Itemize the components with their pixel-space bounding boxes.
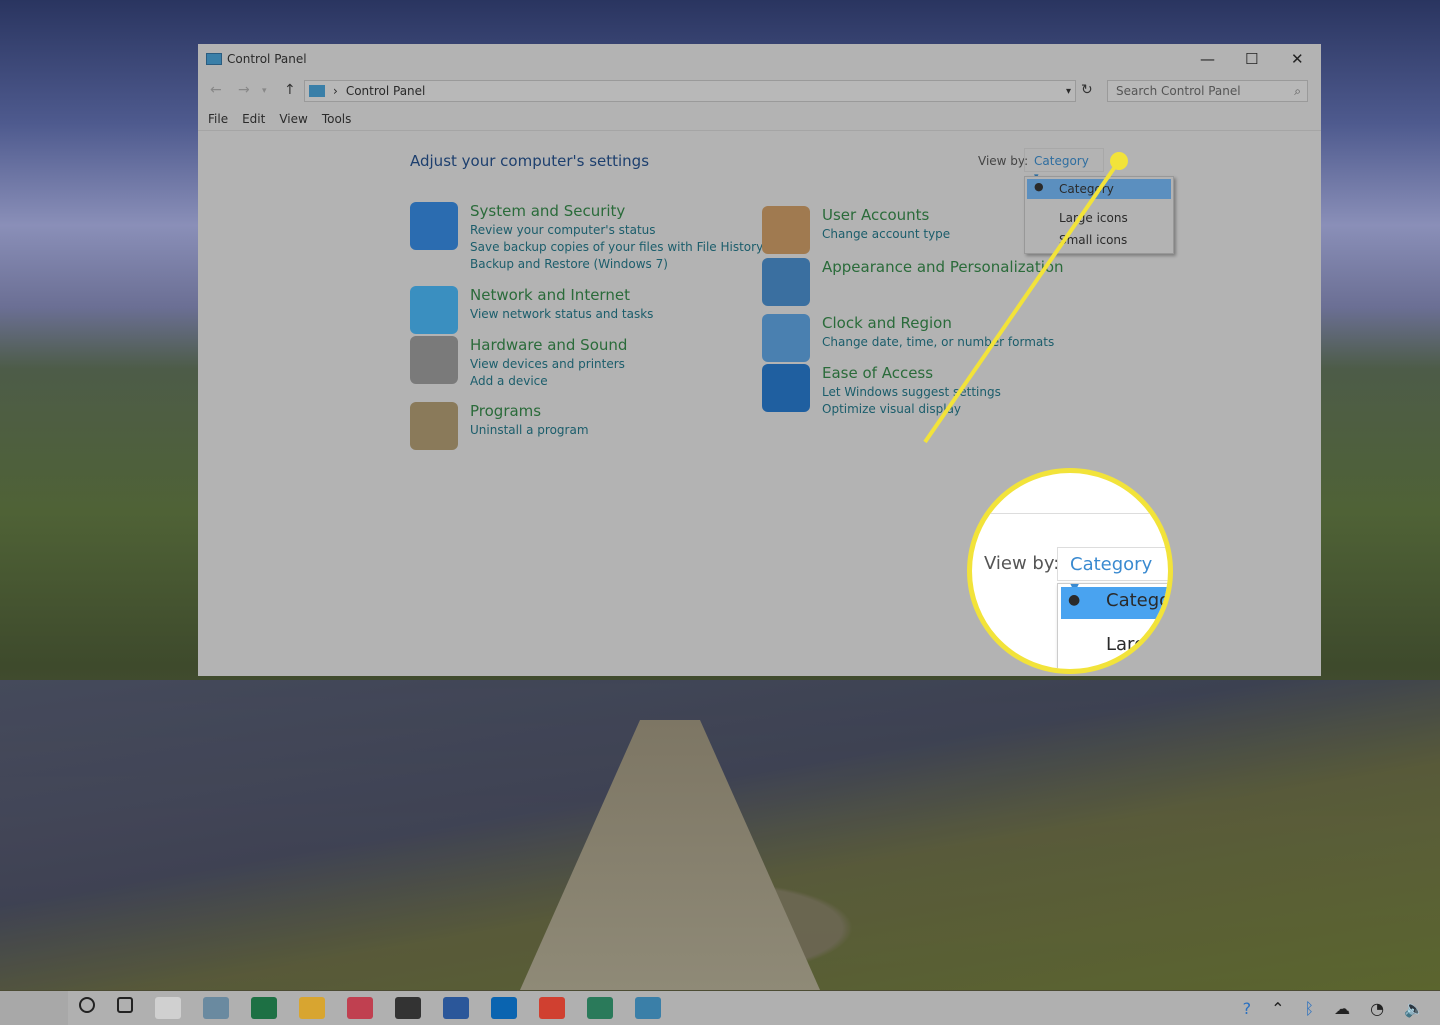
help-icon[interactable]: ? (1243, 999, 1252, 1018)
callout-pointer (923, 152, 1128, 444)
bluetooth-icon[interactable]: ᛒ (1305, 999, 1315, 1018)
photos-icon[interactable] (395, 997, 421, 1019)
chrome-icon[interactable] (539, 997, 565, 1019)
taskbar: ? ⌃ ᛒ ☁ ◔ 🔈 (0, 991, 1440, 1025)
amazon-icon[interactable] (155, 997, 181, 1019)
volume-icon[interactable]: 🔈 (1404, 999, 1424, 1018)
onedrive-icon[interactable]: ☁ (1334, 999, 1350, 1018)
word-icon[interactable] (443, 997, 469, 1019)
notepad-icon[interactable] (203, 997, 229, 1019)
outlook-icon[interactable] (491, 997, 517, 1019)
task-view-icon[interactable] (117, 997, 133, 1013)
excel-icon[interactable] (251, 997, 277, 1019)
start-area[interactable] (0, 991, 68, 1025)
chevron-up-icon[interactable]: ⌃ (1271, 999, 1284, 1018)
defender-icon[interactable] (587, 997, 613, 1019)
wifi-icon[interactable]: ◔ (1370, 999, 1384, 1018)
snipping-icon[interactable] (347, 997, 373, 1019)
cortana-icon[interactable] (79, 997, 95, 1013)
file-explorer-icon[interactable] (299, 997, 325, 1019)
control-panel-icon[interactable] (635, 997, 661, 1019)
